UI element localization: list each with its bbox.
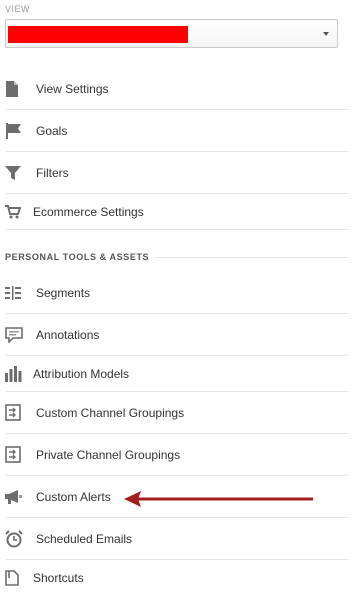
nav-item-label: Private Channel Groupings bbox=[36, 447, 181, 462]
comment-icon bbox=[5, 325, 27, 345]
nav-item-goals[interactable]: Goals bbox=[5, 110, 348, 152]
nav-item-label: Annotations bbox=[36, 327, 100, 342]
nav-item-attribution-models[interactable]: Attribution Models bbox=[5, 356, 348, 392]
view-selector[interactable] bbox=[5, 19, 338, 48]
nav-item-ecommerce-settings[interactable]: Ecommerce Settings bbox=[5, 194, 348, 230]
nav-item-label: Custom Alerts bbox=[36, 489, 111, 504]
section-title: PERSONAL TOOLS & ASSETS bbox=[5, 252, 150, 262]
flag-icon bbox=[5, 121, 27, 141]
nav-item-label: Segments bbox=[36, 285, 91, 300]
nav-item-label: Filters bbox=[36, 165, 69, 180]
nav-item-private-channel-groupings[interactable]: Private Channel Groupings bbox=[5, 434, 348, 476]
nav-item-segments[interactable]: Segments bbox=[5, 272, 348, 314]
personal-tools-section-header: PERSONAL TOOLS & ASSETS bbox=[5, 250, 348, 264]
alarm-clock-icon bbox=[5, 529, 27, 549]
nav-item-custom-channel-groupings[interactable]: Custom Channel Groupings bbox=[5, 392, 348, 434]
document-icon bbox=[5, 79, 27, 99]
nav-item-scheduled-emails[interactable]: Scheduled Emails bbox=[5, 518, 348, 560]
bar-chart-icon bbox=[5, 364, 27, 384]
nav-item-label: Scheduled Emails bbox=[36, 531, 133, 546]
shortcut-icon bbox=[5, 568, 27, 588]
nav-item-label: Shortcuts bbox=[33, 571, 84, 585]
nav-item-label: Custom Channel Groupings bbox=[36, 405, 185, 420]
megaphone-icon bbox=[5, 487, 27, 507]
chevron-down-icon[interactable] bbox=[323, 32, 329, 36]
nav-item-custom-alerts[interactable]: Custom Alerts bbox=[5, 476, 348, 518]
segments-icon bbox=[5, 283, 27, 303]
nav-item-label: Goals bbox=[36, 123, 68, 138]
nav-item-filters[interactable]: Filters bbox=[5, 152, 348, 194]
channel-grouping-icon bbox=[5, 403, 27, 423]
nav-item-view-settings[interactable]: View Settings bbox=[5, 68, 348, 110]
cart-icon bbox=[5, 202, 27, 222]
filter-icon bbox=[5, 163, 27, 183]
channel-grouping-icon bbox=[5, 445, 27, 465]
nav-item-label: Attribution Models bbox=[33, 366, 130, 381]
nav-item-label: Ecommerce Settings bbox=[33, 204, 144, 219]
redacted-view-name bbox=[8, 26, 188, 43]
section-divider bbox=[155, 256, 348, 258]
view-label: VIEW bbox=[5, 4, 31, 14]
nav-item-label: View Settings bbox=[36, 81, 109, 96]
nav-item-annotations[interactable]: Annotations bbox=[5, 314, 348, 356]
